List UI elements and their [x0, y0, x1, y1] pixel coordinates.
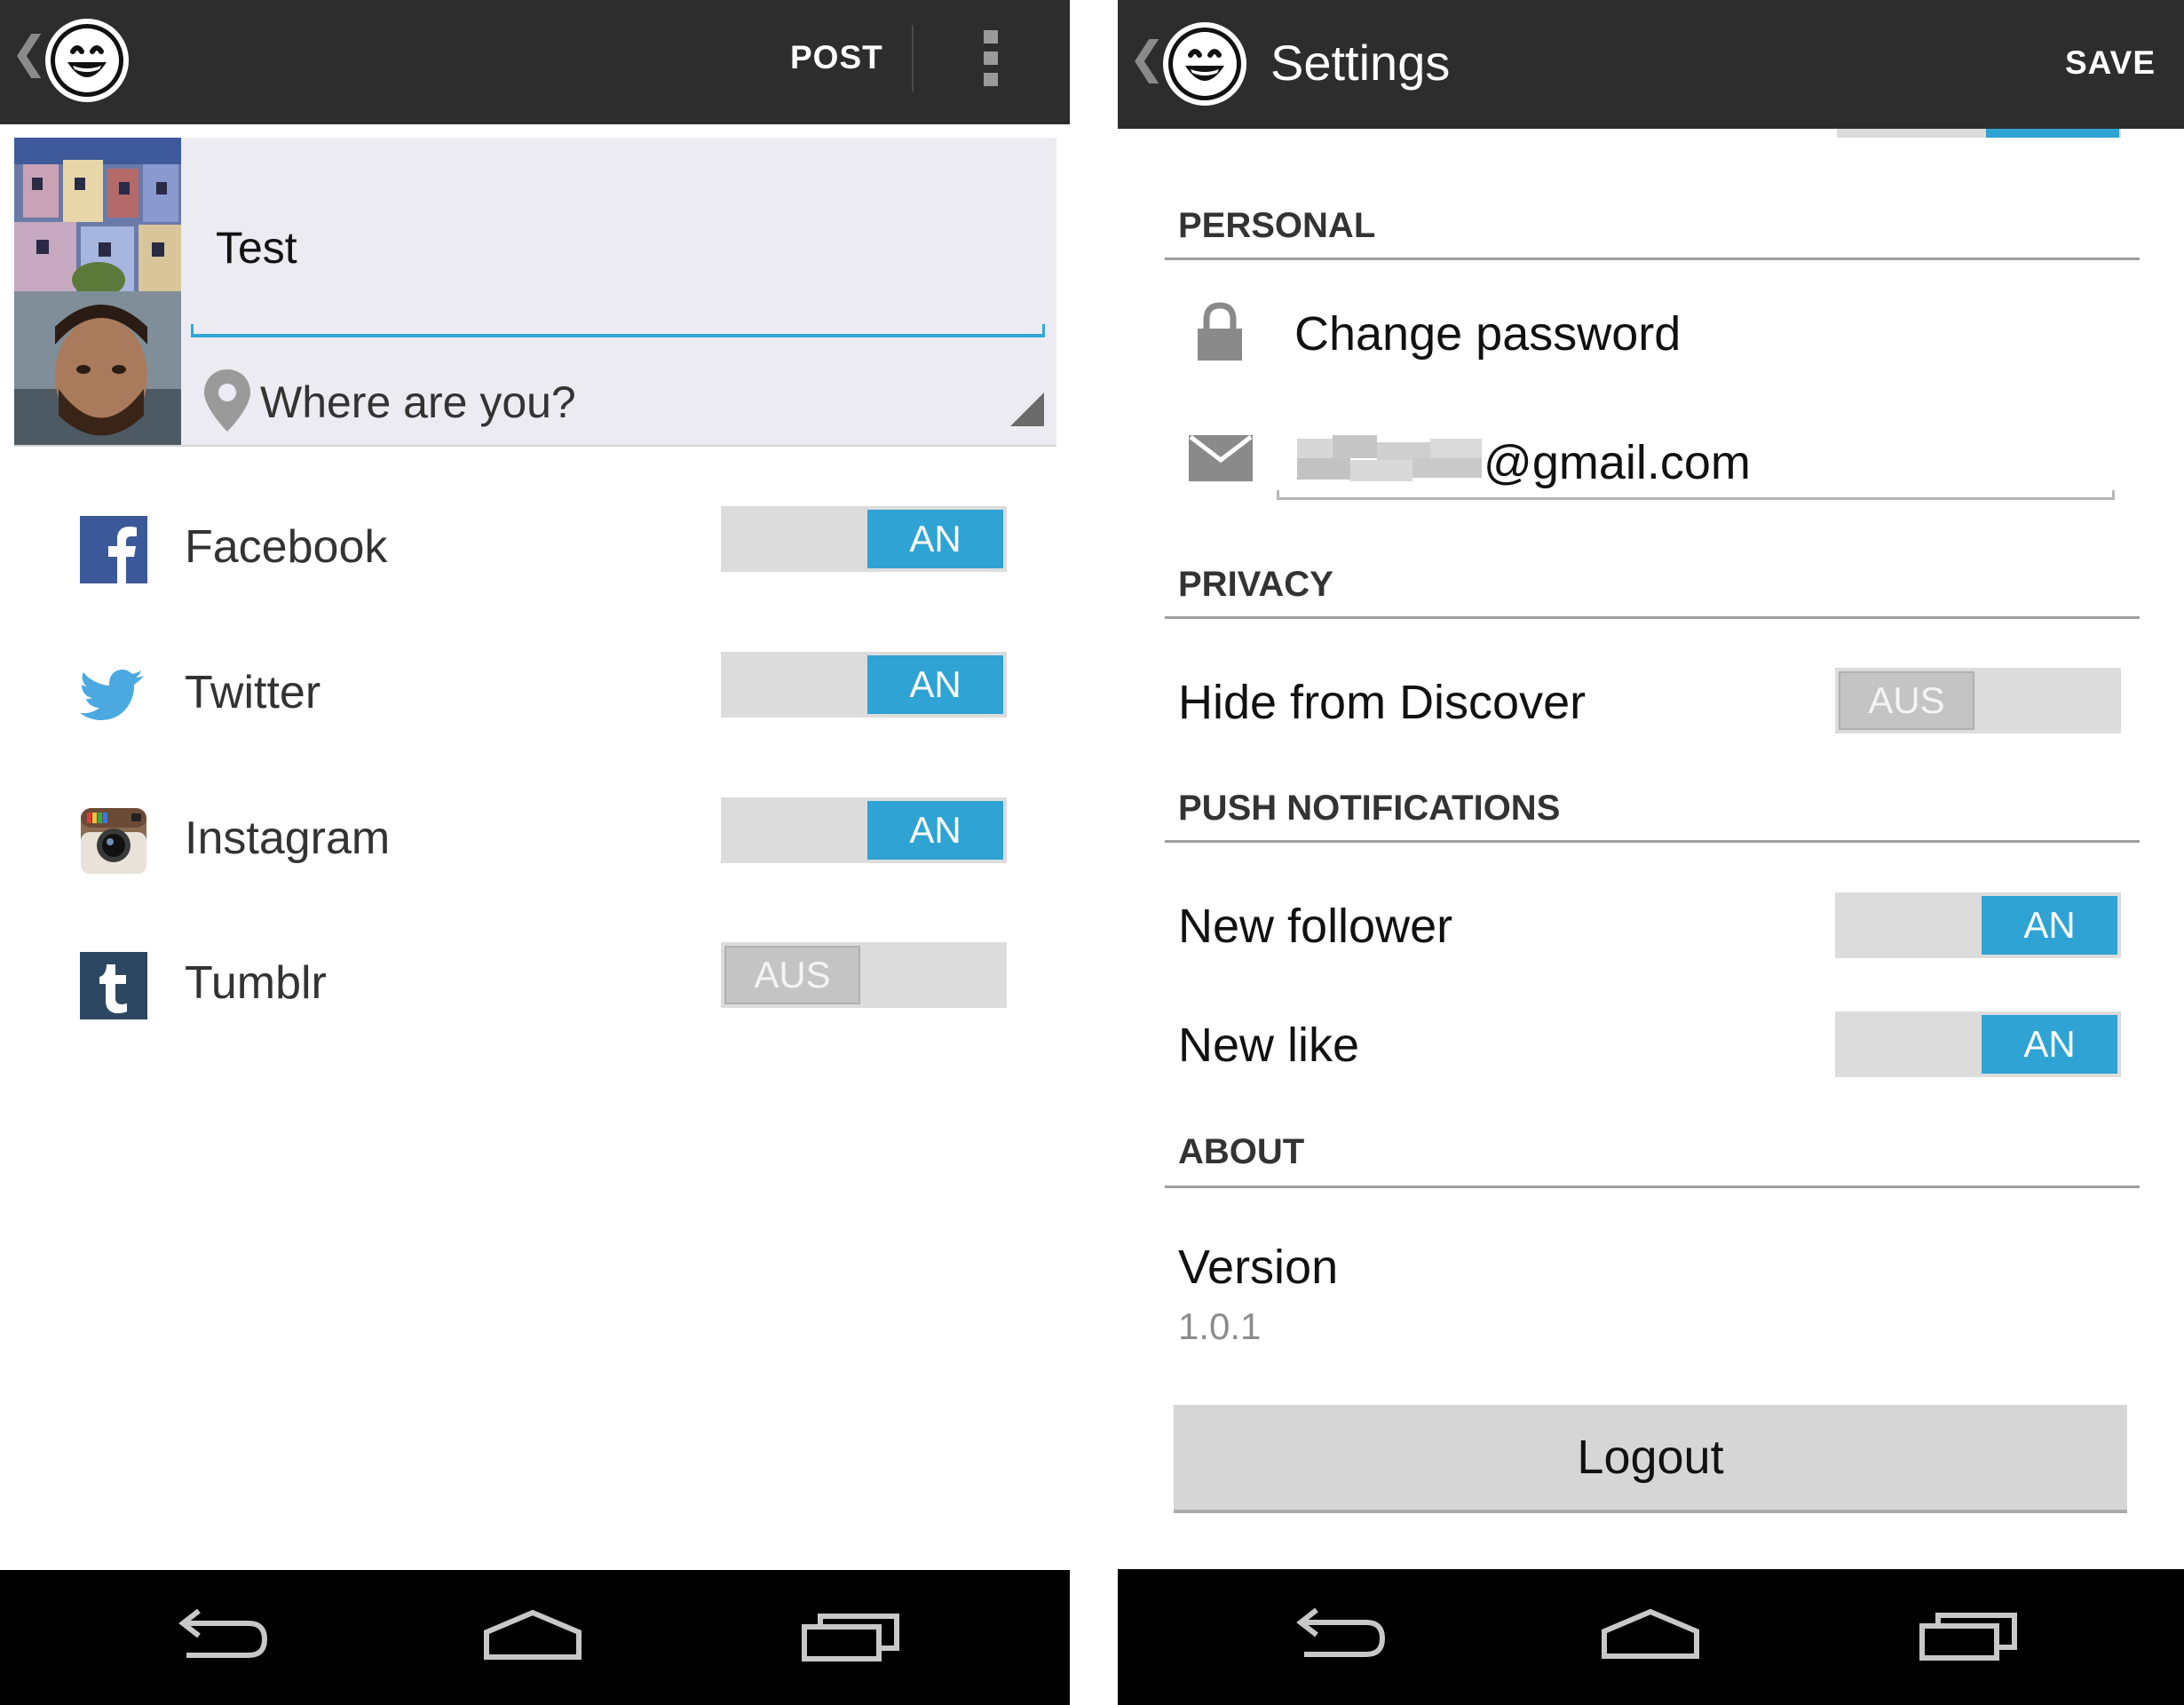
resize-corner-icon [1010, 393, 1044, 426]
email-redacted-pixels [1297, 435, 1484, 487]
settings-screen: ❮ Settings SAVE PERSONAL Change password [1118, 0, 2184, 1705]
twitter-toggle[interactable]: AN [721, 652, 1007, 718]
screens-gap [1070, 0, 1118, 1705]
smiley-logo-icon[interactable] [43, 16, 131, 105]
new-follower-toggle[interactable]: AN [1835, 892, 2121, 958]
system-nav-bar [0, 1570, 1070, 1705]
system-nav-bar [1118, 1569, 2184, 1705]
section-divider [1165, 616, 2140, 619]
facebook-icon [80, 516, 147, 583]
version-value: 1.0.1 [1178, 1305, 1262, 1347]
social-row-instagram: Instagram AN [0, 783, 1070, 881]
underline-right-cap [2112, 490, 2115, 499]
section-divider [1165, 840, 2140, 843]
logout-button[interactable]: Logout [1174, 1405, 2127, 1513]
email-field[interactable]: @gmail.com [1484, 435, 1751, 490]
status-field-underline [191, 334, 1045, 337]
back-nav-icon[interactable] [1286, 1605, 1393, 1667]
toggle-thumb: AN [867, 510, 1003, 568]
social-row-tumblr: Tumblr AUS [0, 928, 1070, 1026]
toggle-thumb: AN [867, 801, 1003, 860]
action-divider [912, 25, 914, 92]
section-divider [1165, 258, 2140, 260]
instagram-toggle[interactable]: AN [721, 797, 1007, 863]
twitter-icon [80, 670, 144, 720]
section-header-privacy: PRIVACY [1178, 565, 1333, 604]
new-like-toggle[interactable]: AN [1835, 1011, 2121, 1077]
toggle-thumb: AN [1982, 896, 2117, 955]
profile-avatar [14, 291, 181, 445]
underline-right-cap [1042, 324, 1045, 337]
status-text-field[interactable]: Test [216, 222, 297, 274]
location-input[interactable]: Where are you? [260, 377, 576, 428]
underline-left-cap [1277, 490, 1279, 499]
section-header-about: ABOUT [1178, 1132, 1305, 1171]
section-header-push: PUSH NOTIFICATIONS [1178, 789, 1561, 828]
scrolled-toggle-thumb [1986, 129, 2119, 138]
social-label: Instagram [185, 813, 391, 864]
tumblr-icon [80, 952, 147, 1019]
toggle-thumb: AN [867, 655, 1003, 714]
toggle-thumb: AUS [1839, 671, 1974, 730]
email-field-underline [1277, 497, 2115, 500]
post-button[interactable]: POST [790, 39, 883, 76]
section-divider [1165, 1186, 2140, 1188]
recents-nav-icon[interactable] [799, 1606, 906, 1668]
building-photo [14, 138, 181, 291]
home-nav-icon[interactable] [479, 1606, 586, 1668]
smiley-logo-icon[interactable] [1160, 20, 1249, 108]
lock-icon [1198, 302, 1242, 361]
social-label: Tumblr [185, 957, 327, 1009]
toggle-thumb: AUS [724, 946, 860, 1004]
facebook-toggle[interactable]: AN [721, 506, 1007, 572]
new-like-label: New like [1178, 1019, 1360, 1072]
social-label: Twitter [185, 667, 321, 718]
social-row-facebook: Facebook AN [0, 492, 1070, 590]
action-bar: ❮ Settings SAVE [1118, 0, 2184, 129]
toggle-thumb: AN [1982, 1015, 2117, 1074]
compose-screen: ❮ POST Test Where are you? Facebook AN T… [0, 0, 1070, 1705]
location-pin-icon [204, 369, 250, 432]
mail-icon [1189, 435, 1253, 481]
social-label: Facebook [185, 521, 388, 573]
tumblr-toggle[interactable]: AUS [721, 942, 1007, 1008]
version-label: Version [1178, 1241, 1339, 1294]
overflow-menu-icon[interactable] [984, 30, 1001, 89]
recents-nav-icon[interactable] [1917, 1605, 2023, 1667]
home-nav-icon[interactable] [1597, 1605, 1704, 1667]
hide-from-discover-toggle[interactable]: AUS [1835, 668, 2121, 734]
underline-left-cap [191, 324, 194, 337]
action-bar: ❮ POST [0, 0, 1070, 124]
save-button[interactable]: SAVE [2065, 44, 2156, 82]
change-password-item[interactable]: Change password [1294, 306, 1681, 361]
instagram-icon [81, 808, 146, 874]
section-header-personal: PERSONAL [1178, 206, 1376, 245]
screen-title: Settings [1270, 35, 1451, 91]
social-row-twitter: Twitter AN [0, 638, 1070, 735]
hide-from-discover-label: Hide from Discover [1178, 676, 1587, 729]
new-follower-label: New follower [1178, 900, 1453, 953]
back-nav-icon[interactable] [169, 1606, 275, 1668]
